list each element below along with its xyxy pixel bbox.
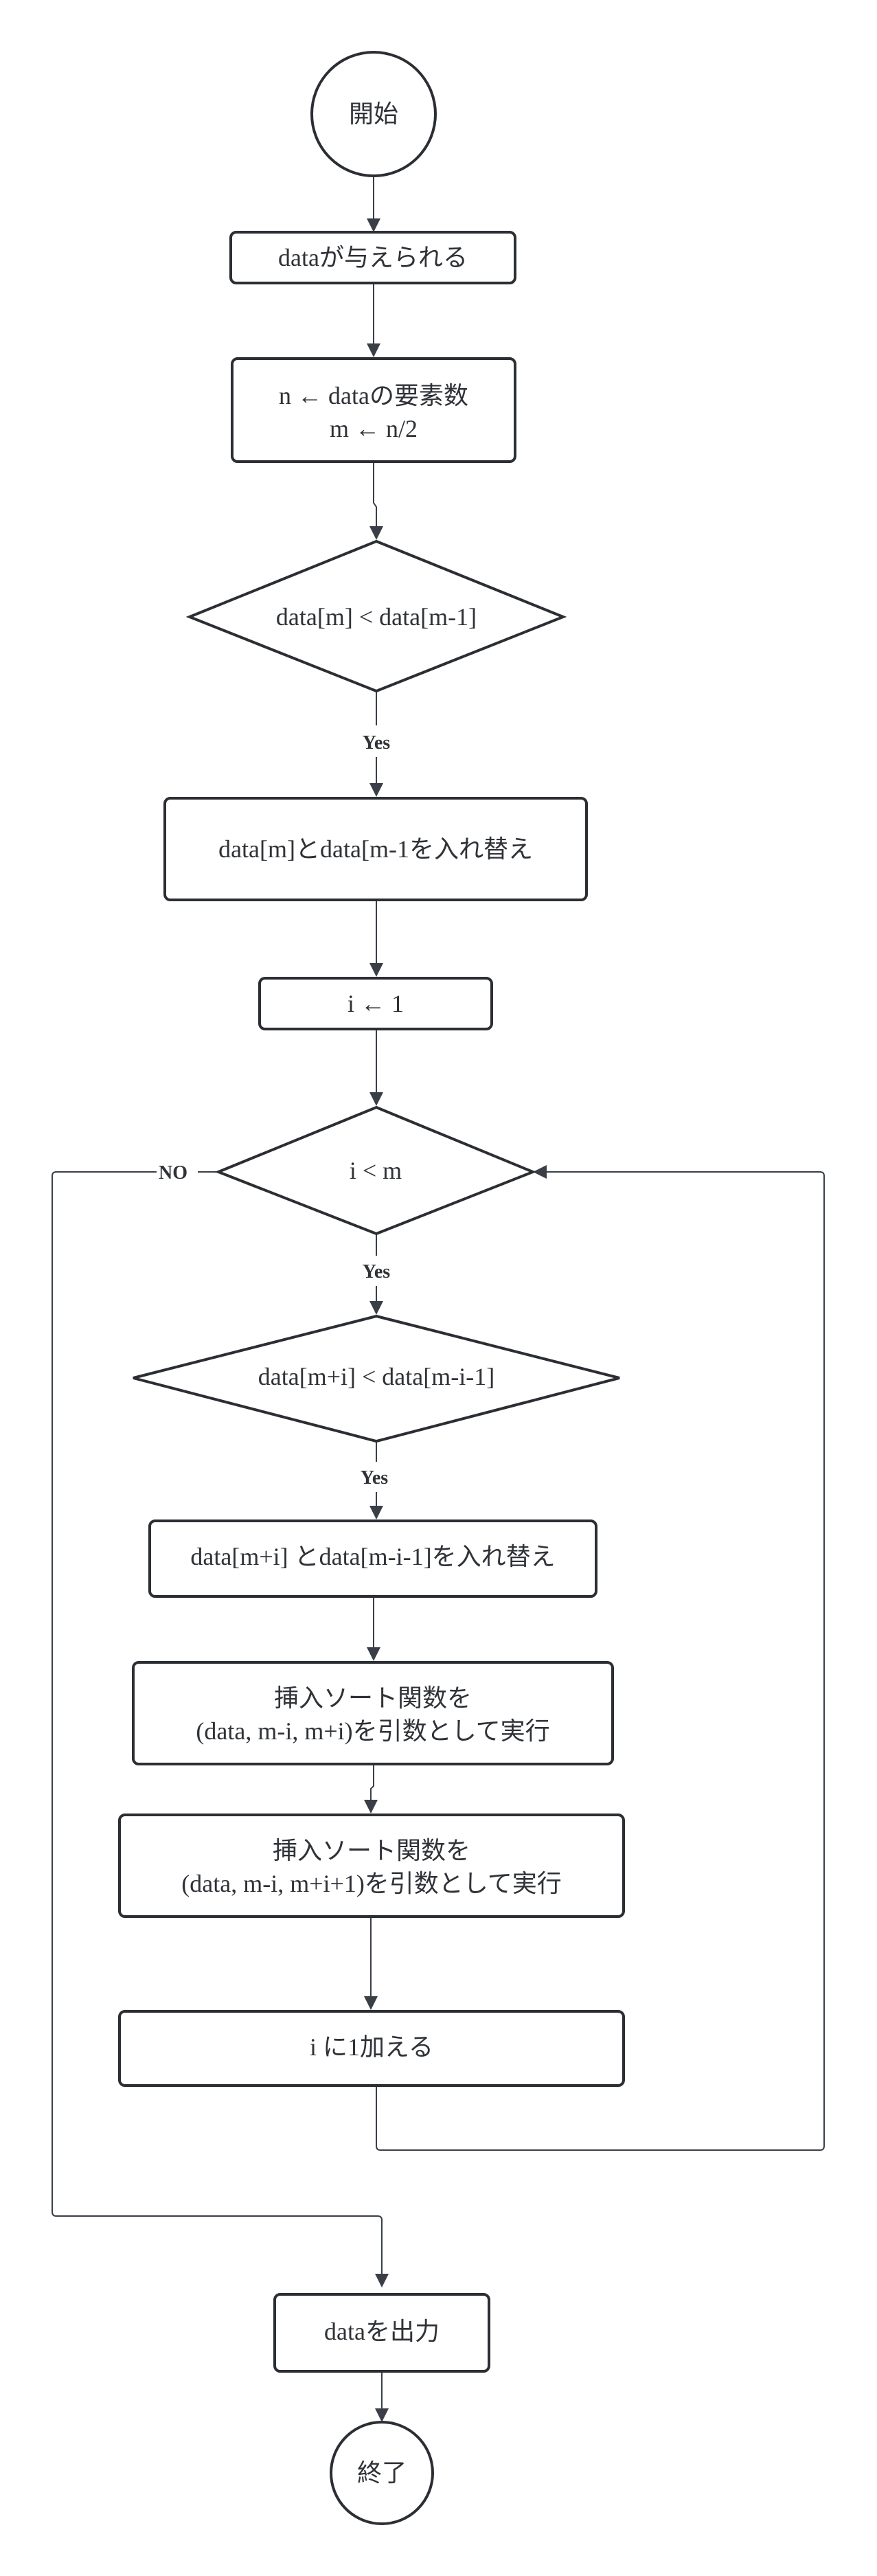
node-swap2: data[m+i] とdata[m-i-1]を入れ替え xyxy=(148,1519,597,1598)
arrowhead xyxy=(364,1800,378,1814)
yes-label: Yes xyxy=(363,732,391,754)
arrowhead xyxy=(369,1301,383,1315)
call1-line2: (data, m-i, m+i)を引数として実行 xyxy=(196,1717,549,1745)
loop-cond-label: i < m xyxy=(350,1157,402,1184)
no-label: NO xyxy=(159,1162,187,1184)
arrowhead xyxy=(369,1092,383,1106)
output-label: dataを出力 xyxy=(324,2318,440,2345)
node-output: dataを出力 xyxy=(273,2293,490,2373)
node-end: 終了 xyxy=(330,2421,434,2525)
arrowhead xyxy=(369,526,383,540)
swap1-label: data[m]とdata[m-1を入れ替え xyxy=(218,835,533,863)
init-line2: m ← n/2 xyxy=(330,415,418,442)
node-call-insertion-sort-1: 挿入ソート関数を (data, m-i, m+i)を引数として実行 xyxy=(132,1661,614,1765)
arrowhead xyxy=(375,2274,389,2287)
arrowhead xyxy=(367,218,380,232)
decision-loop: i < m xyxy=(214,1105,537,1236)
cond1-label: data[m] < data[m-1] xyxy=(276,603,477,631)
start-label: 開始 xyxy=(349,100,398,128)
end-label: 終了 xyxy=(357,2459,407,2487)
flowchart: Yes Yes Yes NO 開始 dataが与えられる n ← dataの要素… xyxy=(52,51,825,2525)
arrowhead xyxy=(367,1647,380,1661)
node-increment: i に1加える xyxy=(118,2010,625,2087)
arrowhead xyxy=(364,1996,378,2010)
node-start: 開始 xyxy=(310,51,437,177)
cond2-label: data[m+i] < data[m-i-1] xyxy=(258,1363,494,1390)
init-i-label: i ← 1 xyxy=(348,990,404,1017)
call2-line1: 挿入ソート関数を xyxy=(273,1837,470,1864)
node-call-insertion-sort-2: 挿入ソート関数を (data, m-i, m+i+1)を引数として実行 xyxy=(118,1814,625,1918)
call2-line2: (data, m-i, m+i+1)を引数として実行 xyxy=(181,1870,561,1897)
decision-compare-m: data[m] < data[m-1] xyxy=(185,539,567,693)
node-init-i: i ← 1 xyxy=(258,977,493,1030)
data-given-label: dataが与えられる xyxy=(278,244,468,271)
arrowhead xyxy=(375,2408,389,2422)
yes-label: Yes xyxy=(361,1467,389,1489)
arrowhead xyxy=(369,1506,383,1519)
swap2-label: data[m+i] とdata[m-i-1]を入れ替え xyxy=(190,1543,555,1570)
node-init: n ← dataの要素数 m ← n/2 xyxy=(231,357,516,463)
arrowhead xyxy=(367,343,380,357)
node-swap1: data[m]とdata[m-1を入れ替え xyxy=(163,797,588,901)
increment-label: i に1加える xyxy=(310,2033,433,2061)
edge-init-to-cond1 xyxy=(373,462,377,526)
yes-label: Yes xyxy=(363,1261,391,1283)
edge-call1-to-call2 xyxy=(370,1764,374,1800)
init-line1: n ← dataの要素数 xyxy=(279,382,468,409)
node-data-given: dataが与えられる xyxy=(229,231,516,284)
arrowhead xyxy=(369,783,383,797)
call1-line1: 挿入ソート関数を xyxy=(274,1684,472,1712)
decision-compare-mi: data[m+i] < data[m-i-1] xyxy=(133,1314,620,1443)
arrowhead xyxy=(369,963,383,977)
